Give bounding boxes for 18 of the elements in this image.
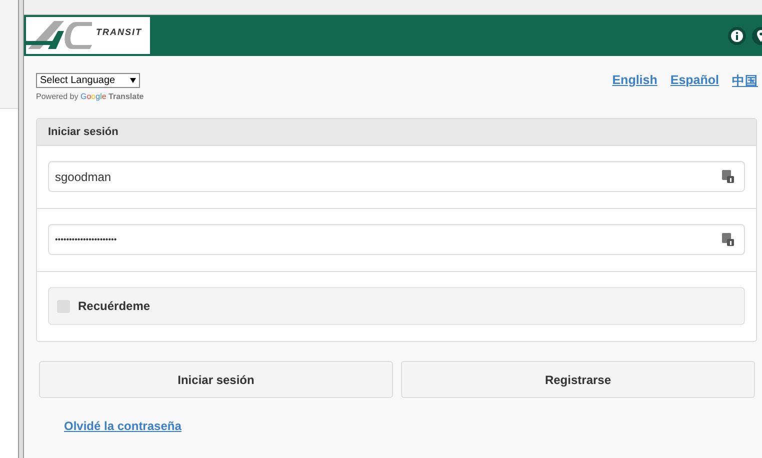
register-button[interactable]: Registrarse xyxy=(401,361,755,398)
language-select[interactable]: Select Language xyxy=(36,73,140,88)
panel-title: Iniciar sesión xyxy=(48,126,118,138)
password-manager-icon[interactable] xyxy=(722,170,734,183)
language-link[interactable]: Español xyxy=(670,73,719,106)
login-button[interactable]: Iniciar sesión xyxy=(39,361,393,398)
powered-by-text: Powered by Google Translate xyxy=(36,92,144,101)
forgot-password-link[interactable]: Olvidé la contraseña xyxy=(64,419,182,433)
logo-text: TRANSIT xyxy=(96,27,142,37)
language-link[interactable]: 中国 xyxy=(732,73,758,106)
language-link[interactable]: English xyxy=(612,73,658,106)
remember-label[interactable]: Recuérdeme xyxy=(78,299,150,313)
dropdown-caret-icon xyxy=(130,78,136,83)
username-field[interactable]: sgoodman xyxy=(48,161,745,192)
password-manager-icon[interactable] xyxy=(722,233,734,246)
info-icon[interactable] xyxy=(728,26,746,44)
logo[interactable]: TRANSIT xyxy=(26,17,150,54)
password-field[interactable]: •••••••••••••••••••••• xyxy=(48,224,745,255)
